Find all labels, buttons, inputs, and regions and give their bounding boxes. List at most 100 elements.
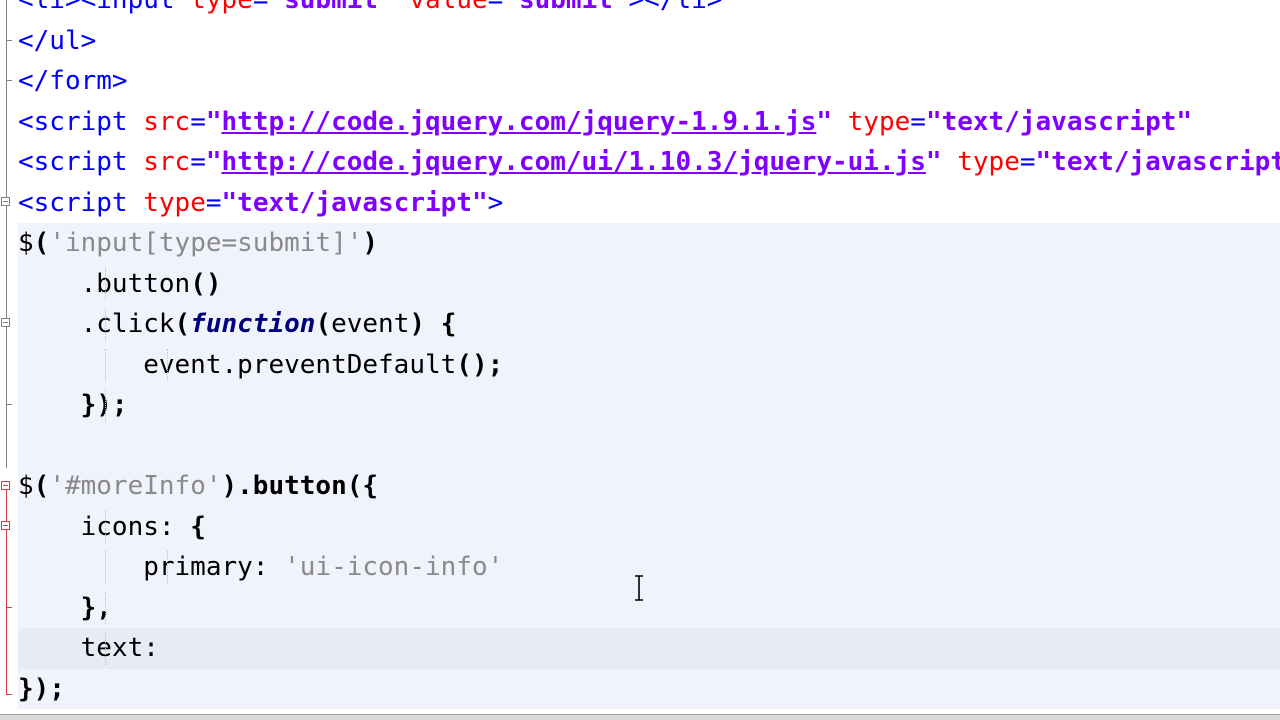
code-token: = [205,187,222,218]
code-line[interactable]: event.preventDefault(); [18,344,1280,385]
code-token: = [252,0,269,15]
fold-end-tick [6,40,12,41]
code-line[interactable] [18,425,1280,466]
code-line[interactable]: }); [18,668,1280,709]
code-token: .click [18,309,175,339]
fold-gutter [0,0,16,716]
code-token: " [816,106,832,137]
indent-guide [104,348,106,381]
code-token: "submit" [268,0,394,15]
code-token: = [487,0,504,15]
code-editor[interactable]: <li><input type="submit" value="submit">… [0,0,1280,720]
horizontal-scrollbar[interactable] [0,714,1280,720]
code-line[interactable]: <script type="text/javascript"> [18,183,1280,224]
code-token: = [1019,147,1036,177]
code-token: value [409,0,488,15]
code-token: 'input[type=submit]' [49,228,363,258]
code-token: ></li> [628,0,723,15]
code-token: ( [33,471,50,501]
code-line[interactable]: .button() [18,263,1280,304]
code-token: "text/javascript" [221,187,488,218]
indent-guide [104,632,106,665]
code-line[interactable]: .click(function(event) { [18,304,1280,345]
code-line[interactable]: $('input[type=submit]') [18,223,1280,264]
code-token: type [143,187,206,218]
code-line[interactable]: }); [18,385,1280,426]
code-token: ( [174,309,191,339]
code-token: ( [33,228,50,258]
code-token: http://code.jquery.com/ui/1.10.3/jquery-… [221,147,926,177]
code-token: $ [18,471,34,501]
code-token: ( [315,309,332,339]
indent-guide [167,551,169,584]
code-token: type [957,147,1020,177]
fold-minus-icon[interactable] [1,521,10,530]
code-token: <li><input [18,0,191,15]
indent-guide [104,389,106,422]
code-token: " [205,106,222,137]
code-line[interactable]: $('#moreInfo').button({ [18,466,1280,507]
code-token: = [190,106,206,137]
code-line[interactable]: <script src="http://code.jquery.com/ui/1… [18,142,1280,183]
code-token: () [190,268,222,299]
code-line[interactable]: <li><input type="submit" value="submit">… [18,0,1280,21]
code-token: <script [18,106,144,137]
fold-minus-icon[interactable] [1,318,10,327]
code-token: = [190,147,206,177]
indent-guide [167,348,169,381]
text-cursor-icon [635,575,643,601]
code-token: " [205,147,222,177]
code-token: </form> [18,66,128,96]
code-token: text: [18,633,175,663]
fold-line [6,0,7,200]
fold-end-tick [6,404,12,405]
code-token: }); [18,673,65,704]
code-token: { [440,309,457,339]
indent-guide [104,510,106,543]
code-token: event [331,309,410,339]
indent-guide [104,551,106,584]
code-line[interactable]: <script src="http://code.jquery.com/jque… [18,102,1280,143]
code-line[interactable]: </ul> [18,21,1280,62]
code-line[interactable]: primary: 'ui-icon-info' [18,547,1280,588]
code-token: }, [80,592,112,623]
code-token: src [143,147,191,177]
code-token: "submit" [503,0,629,15]
code-token: ).button({ [221,471,379,501]
fold-minus-icon[interactable] [1,481,10,490]
indent-guide [104,308,106,341]
code-line[interactable]: </form> [18,61,1280,102]
code-token: ) [362,228,379,258]
code-line[interactable]: icons: { [18,506,1280,547]
code-token: 'ui-icon-info' [284,552,504,582]
code-token: src [143,106,191,137]
code-token: type [190,0,253,15]
code-token: = [910,106,926,137]
current-code-line[interactable]: text: [18,628,1280,669]
code-token: ) [409,309,426,339]
code-token: '#moreInfo' [49,471,222,501]
code-token: > [487,187,504,218]
fold-end-tick [6,694,12,695]
code-token: $ [18,228,34,258]
code-token: <script [18,187,144,218]
fold-line [6,206,7,468]
code-token: </ul> [18,25,97,56]
code-token: primary: [18,552,285,582]
code-line[interactable]: }, [18,587,1280,628]
code-token: "text/javascript" [1035,147,1280,177]
code-token: type [847,106,911,137]
fold-end-tick [6,80,12,81]
code-token: (); [456,349,504,380]
code-token: { [190,511,206,542]
fold-minus-icon[interactable] [1,197,10,206]
indent-guide [104,267,106,300]
fold-end-tick [6,607,12,608]
code-token: http://code.jquery.com/jquery-1.9.1.js [221,106,817,137]
